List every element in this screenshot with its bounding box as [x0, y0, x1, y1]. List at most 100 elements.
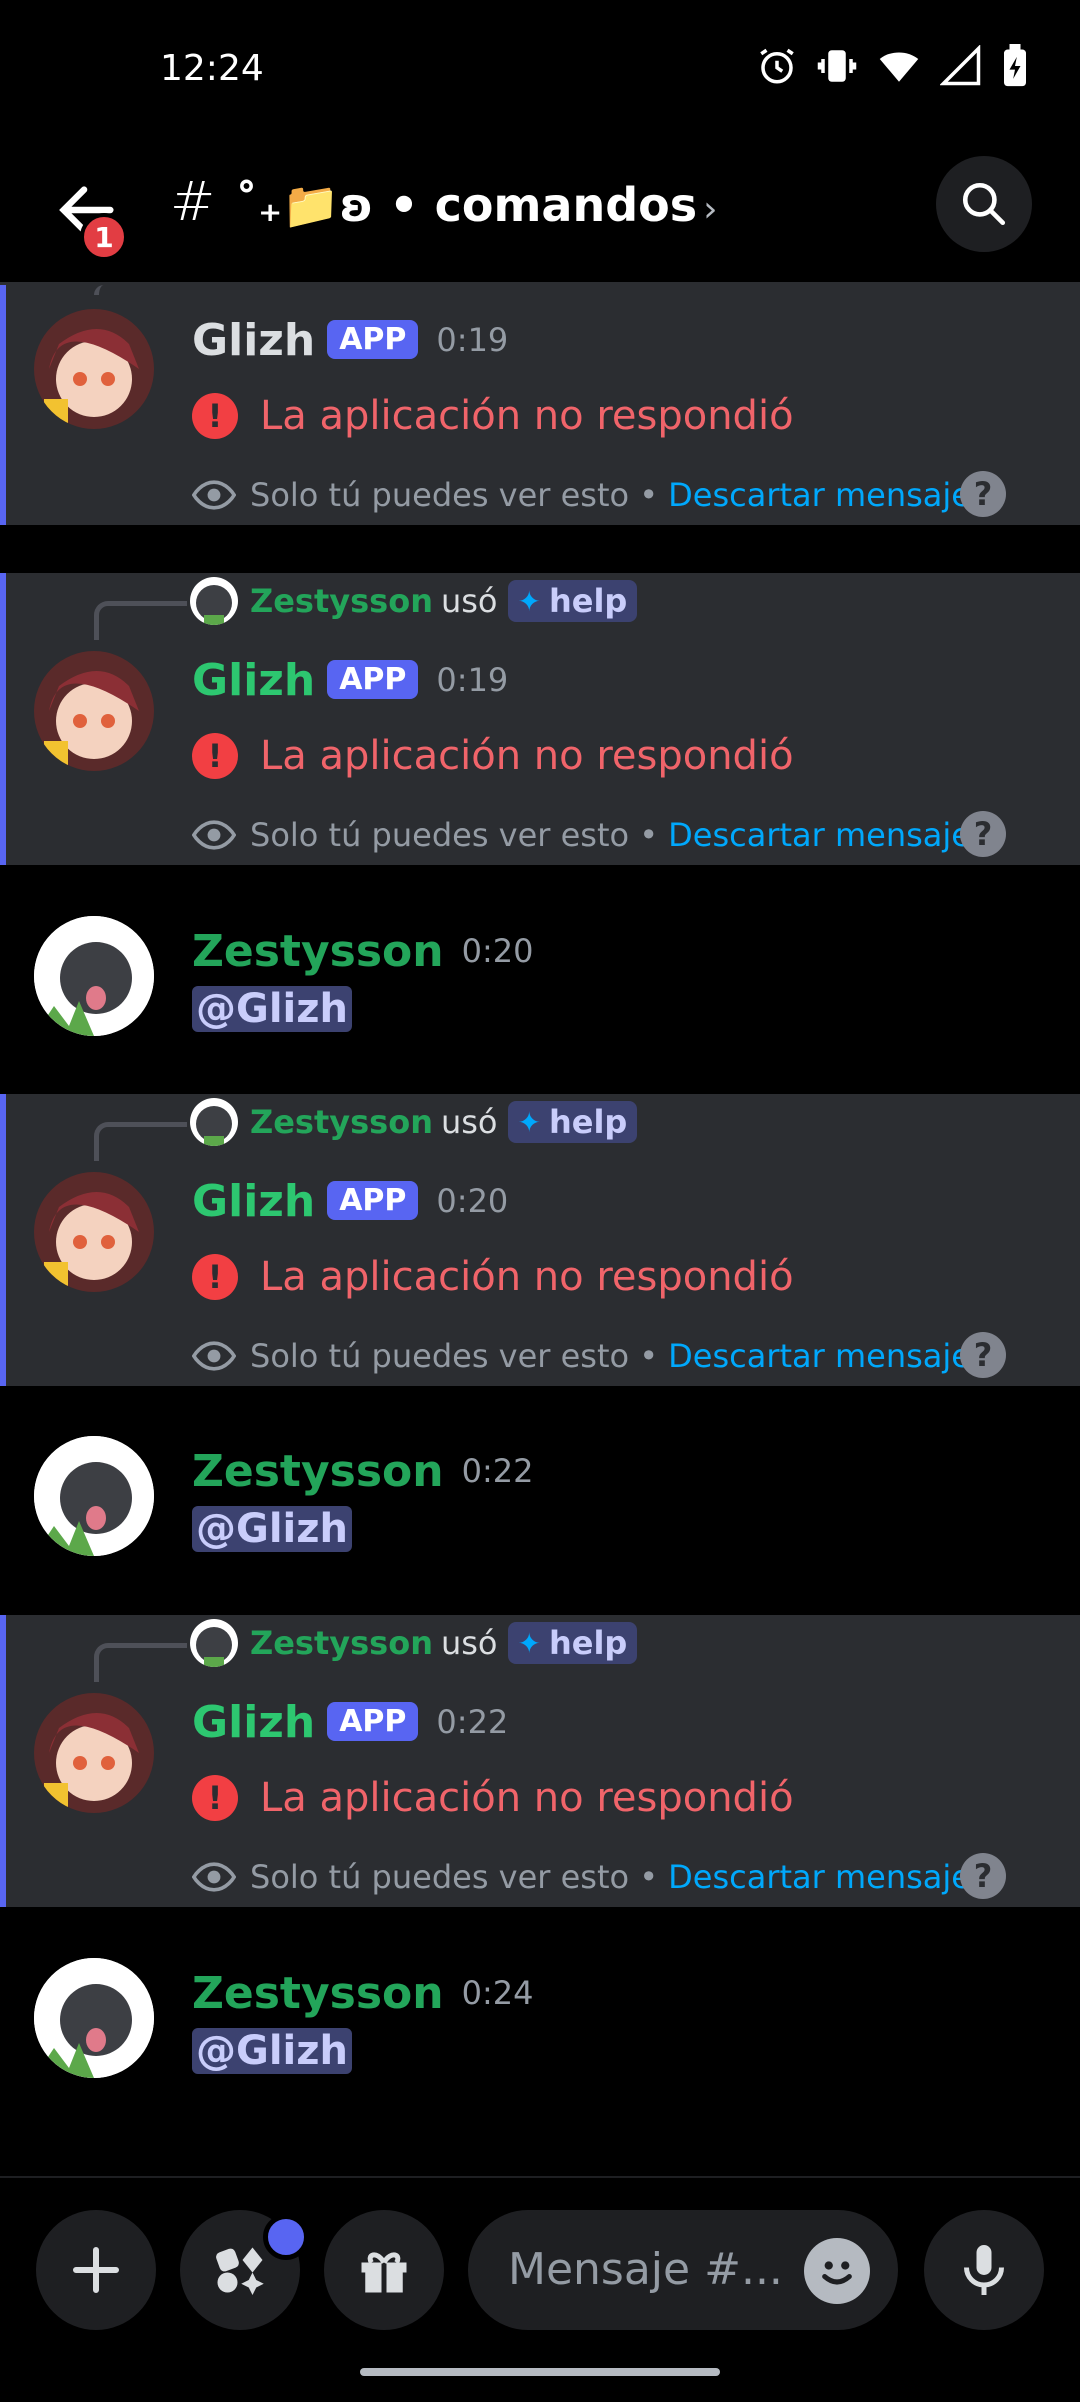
author-name[interactable]: Glizh APP 0:20	[192, 1176, 508, 1227]
avatar-zestysson[interactable]	[34, 916, 154, 1036]
app-tag: APP	[327, 1181, 419, 1220]
eye-icon	[192, 820, 236, 850]
avatar-zestysson[interactable]	[34, 1958, 154, 2078]
user-mention[interactable]: @Glizh	[192, 2028, 353, 2074]
reply-avatar	[190, 1098, 238, 1146]
message-ephemeral-reply[interactable]: Zestysson usó ✦ help Glizh APP 0:19 ! La apli…	[0, 573, 1080, 865]
command-chip[interactable]: ✦ help	[507, 1622, 638, 1664]
status-icons	[756, 44, 1030, 88]
avatar-glizh[interactable]	[34, 1172, 154, 1292]
error-text-row: ! La aplicación no respondió	[192, 1254, 794, 1300]
reply-connector	[94, 285, 187, 295]
reply-context[interactable]: Zestysson usó ✦ help	[190, 1098, 638, 1146]
help-icon[interactable]: ?	[960, 811, 1006, 857]
error-icon: !	[192, 393, 238, 439]
channel-hash-icon: #	[170, 170, 216, 233]
eye-icon	[192, 480, 236, 510]
error-text-row: ! La aplicación no respondió	[192, 733, 794, 779]
app-tag: APP	[327, 660, 419, 699]
ephemeral-note: Solo tú puedes ver esto • Descartar mensa…	[192, 1855, 971, 1899]
error-icon: !	[192, 1254, 238, 1300]
command-chip[interactable]: ✦ help	[507, 1101, 638, 1143]
message-user[interactable]: Zestysson 0:22 @Glizh	[0, 1410, 1080, 1580]
app-tag: APP	[327, 1702, 419, 1741]
search-icon	[962, 182, 1006, 226]
status-time: 12:24	[160, 48, 264, 89]
help-icon[interactable]: ?	[960, 471, 1006, 517]
eye-icon	[192, 1862, 236, 1892]
dismiss-message-link[interactable]: Descartar mensaje	[668, 476, 971, 514]
command-chip[interactable]: ✦ help	[507, 580, 638, 622]
help-icon[interactable]: ?	[960, 1853, 1006, 1899]
avatar-zestysson[interactable]	[34, 1436, 154, 1556]
apps-icon	[216, 2247, 264, 2295]
timestamp: 0:24	[461, 1974, 534, 2012]
avatar-glizh[interactable]	[34, 1693, 154, 1813]
timestamp: 0:20	[461, 932, 534, 970]
dismiss-message-link[interactable]: Descartar mensaje	[668, 1337, 971, 1375]
timestamp: 0:22	[461, 1452, 534, 1490]
reply-connector	[94, 1643, 187, 1682]
reply-avatar	[190, 577, 238, 625]
reply-context[interactable]: Zestysson usó ✦ help	[190, 577, 638, 625]
gift-button[interactable]	[324, 2210, 444, 2330]
author-name[interactable]: Zestysson 0:22	[192, 1446, 533, 1497]
apps-icon: ✦	[517, 1626, 541, 1660]
avatar-glizh[interactable]	[34, 651, 154, 771]
wifi-icon	[879, 52, 919, 82]
user-mention[interactable]: @Glizh	[192, 986, 353, 1032]
author-name[interactable]: Zestysson 0:20	[192, 926, 533, 977]
plus-icon	[73, 2247, 119, 2293]
user-mention[interactable]: @Glizh	[192, 1506, 353, 1552]
ephemeral-note: Solo tú puedes ver esto • Descartar mensa…	[192, 473, 971, 517]
error-text-row: ! La aplicación no respondió	[192, 1775, 794, 1821]
chevron-right-icon: ›	[703, 189, 718, 230]
signal-icon	[940, 45, 981, 86]
add-button[interactable]	[36, 2210, 156, 2330]
ephemeral-note: Solo tú puedes ver esto • Descartar mensa…	[192, 813, 971, 857]
channel-title[interactable]: ˚₊📁ʚ • comandos ›	[235, 178, 718, 233]
dismiss-message-link[interactable]: Descartar mensaje	[668, 1858, 971, 1896]
battery-icon	[1004, 44, 1026, 87]
error-icon: !	[192, 733, 238, 779]
avatar-glizh[interactable]	[34, 309, 154, 429]
notification-dot	[263, 2214, 309, 2260]
timestamp: 0:19	[436, 321, 509, 359]
message-ephemeral-reply[interactable]: Zestysson usó ✦ help Glizh APP 0:20 ! La apli…	[0, 1094, 1080, 1386]
reply-connector	[94, 601, 187, 640]
author-name[interactable]: Zestysson 0:24	[192, 1968, 533, 2019]
author-name[interactable]: Glizh APP 0:19	[192, 655, 508, 706]
search-button[interactable]	[936, 156, 1032, 252]
gift-icon	[361, 2252, 407, 2293]
apps-icon: ✦	[517, 584, 541, 618]
reply-connector	[94, 1122, 187, 1161]
channel-name: ˚₊📁ʚ • comandos	[235, 178, 698, 232]
error-icon: !	[192, 1775, 238, 1821]
unread-badge: 1	[80, 213, 128, 261]
alarm-icon	[760, 48, 794, 84]
app-tag: APP	[327, 320, 419, 359]
author-name[interactable]: Glizh APP 0:22	[192, 1697, 508, 1748]
message-input[interactable]: Mensaje #...	[468, 2210, 898, 2330]
error-text-row: ! La aplicación no respondió	[192, 393, 794, 439]
channel-header: 1 # ˚₊📁ʚ • comandos ›	[0, 140, 1080, 280]
help-icon[interactable]: ?	[960, 1332, 1006, 1378]
home-indicator[interactable]	[360, 2368, 720, 2376]
ephemeral-note: Solo tú puedes ver esto • Descartar mensa…	[192, 1334, 971, 1378]
timestamp: 0:19	[436, 661, 509, 699]
apps-icon: ✦	[517, 1105, 541, 1139]
status-bar: 12:24	[0, 0, 1080, 140]
vibrate-icon	[817, 50, 857, 82]
reply-context[interactable]: Zestysson usó ✦ help	[190, 1619, 638, 1667]
voice-button[interactable]	[924, 2210, 1044, 2330]
message-ephemeral[interactable]: Glizh APP 0:19 ! La aplicación no respondió…	[0, 285, 1080, 525]
dismiss-message-link[interactable]: Descartar mensaje	[668, 816, 971, 854]
emoji-button[interactable]	[804, 2238, 870, 2304]
timestamp: 0:20	[436, 1182, 509, 1220]
timestamp: 0:22	[436, 1703, 509, 1741]
message-user[interactable]: Zestysson 0:20 @Glizh	[0, 890, 1080, 1060]
message-input-placeholder: Mensaje #...	[508, 2244, 783, 2295]
message-user[interactable]: Zestysson 0:24 @Glizh	[0, 1932, 1080, 2102]
author-name[interactable]: Glizh APP 0:19	[192, 315, 508, 366]
message-ephemeral-reply[interactable]: Zestysson usó ✦ help Glizh APP 0:22 ! La apli…	[0, 1615, 1080, 1907]
